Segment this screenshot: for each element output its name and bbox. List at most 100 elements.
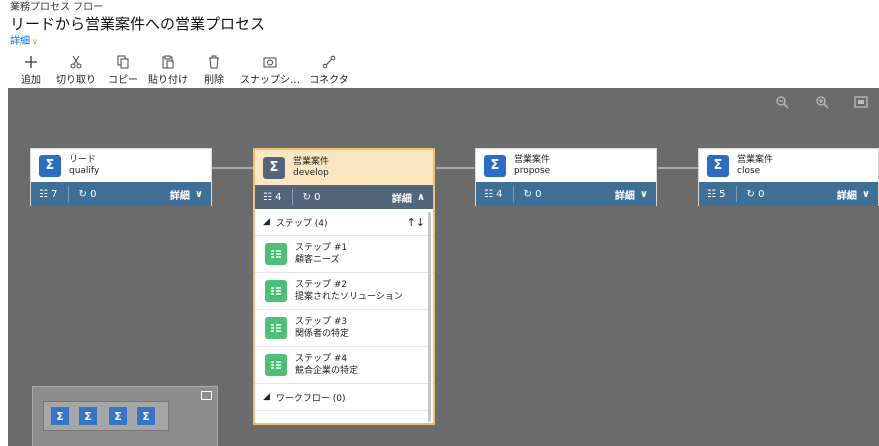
step-field-icon <box>265 243 287 265</box>
camera-icon[interactable] <box>263 54 277 70</box>
steps-list-icon: ☷ <box>707 188 716 200</box>
stage-names: 営業案件 close <box>737 155 773 177</box>
step-item[interactable]: ステップ #3 関係者の特定 <box>255 310 433 347</box>
stage-entity: リード <box>69 154 97 165</box>
stage-qualify[interactable]: Σ リード qualify ☷ 7 ↻ 0 詳細 ∨ <box>30 148 212 206</box>
designer-canvas[interactable]: Σ リード qualify ☷ 7 ↻ 0 詳細 ∨ Σ 営業案件 develop… <box>8 88 879 446</box>
workflow-cycle-icon: ↻ <box>523 188 532 200</box>
copy-icon[interactable] <box>116 54 130 70</box>
stage-header[interactable]: Σ リード qualify <box>31 149 211 182</box>
stage-header[interactable]: Σ 営業案件 develop <box>255 150 433 185</box>
page-title: リードから営業案件への営業プロセス <box>10 15 266 33</box>
details-label[interactable]: 詳細 <box>170 187 190 202</box>
chevron-down-icon[interactable]: ∨ <box>862 189 870 200</box>
step-field: 競合企業の特定 <box>295 366 359 376</box>
steps-count: 4 <box>496 188 503 200</box>
details-label[interactable]: 詳細 <box>10 36 30 47</box>
stage-connector <box>212 167 255 169</box>
steps-count: 4 <box>275 191 282 203</box>
stage-details-toggle[interactable]: 詳細 ∨ <box>837 187 870 202</box>
collapse-triangle-icon[interactable]: ◢ <box>263 217 270 227</box>
chevron-down-icon[interactable]: ∨ <box>195 189 203 200</box>
step-field: 提案されたソリューション <box>295 292 403 302</box>
stage-connector <box>436 167 476 169</box>
stage-names: 営業案件 develop <box>293 157 329 179</box>
workflow-count: 0 <box>535 188 542 200</box>
connector-label[interactable]: コネクタ <box>309 71 349 86</box>
details-label[interactable]: 詳細 <box>615 187 635 202</box>
page-subtitle: 業務プロセス フロー <box>10 2 104 13</box>
stage-entity: 営業案件 <box>514 154 551 165</box>
paste-icon[interactable] <box>161 54 175 70</box>
steps-list-icon: ☷ <box>263 191 272 203</box>
separator <box>512 186 514 202</box>
minimap[interactable]: Σ Σ Σ Σ <box>32 386 218 446</box>
scissors-icon[interactable] <box>69 54 83 70</box>
steps-count: 7 <box>51 188 58 200</box>
stage-details-toggle[interactable]: 詳細 ∧ <box>392 190 425 205</box>
workflow-cycle-icon: ↻ <box>78 188 87 200</box>
workflow-count: 0 <box>314 191 321 203</box>
snapshot-label[interactable]: スナップシ… <box>240 71 300 86</box>
steps-header-label: ステップ (4) <box>275 218 328 229</box>
details-label[interactable]: 詳細 <box>837 187 857 202</box>
workflow-cycle-icon: ↻ <box>302 191 311 203</box>
details-label[interactable]: 詳細 <box>392 190 412 205</box>
stage-names: リード qualify <box>69 155 99 177</box>
collapse-triangle-icon[interactable]: ◢ <box>263 392 270 402</box>
zoom-out-icon[interactable] <box>776 96 789 112</box>
step-title: ステップ #1 <box>295 243 348 253</box>
connector-button[interactable]: コネクタ <box>294 54 364 86</box>
stage-name: qualify <box>69 165 100 176</box>
workflow-header-label: ワークフロー (0) <box>275 393 346 404</box>
step-item[interactable]: ステップ #2 提案されたソリューション <box>255 273 433 310</box>
step-field: 顧客ニーズ <box>295 255 340 265</box>
steps-list-icon: ☷ <box>484 188 493 200</box>
chevron-up-icon[interactable]: ∧ <box>417 192 425 203</box>
minimap-stage-icon: Σ <box>79 407 97 425</box>
stage-develop[interactable]: Σ 営業案件 develop ☷ 4 ↻ 0 詳細 ∧ ◢ ステップ (4) ↑↓… <box>253 148 435 425</box>
step-field: 関係者の特定 <box>295 329 350 339</box>
scrollbar[interactable] <box>428 212 431 422</box>
stage-entity: 営業案件 <box>293 156 330 167</box>
step-title: ステップ #3 <box>295 317 348 327</box>
toolbar: 追加 切り取り コピー 貼り付け 削除 スナップシ… コネクタ <box>0 54 879 88</box>
stage-close[interactable]: Σ 営業案件 close ☷ 5 ↻ 0 詳細 ∨ <box>698 148 879 206</box>
separator <box>67 186 69 202</box>
trash-icon[interactable] <box>207 54 221 70</box>
plus-icon[interactable] <box>24 54 38 70</box>
chevron-down-icon[interactable]: ∨ <box>32 37 38 46</box>
stage-header[interactable]: Σ 営業案件 propose <box>476 149 656 182</box>
stage-header[interactable]: Σ 営業案件 close <box>699 149 878 182</box>
step-item[interactable]: ステップ #4 競合企業の特定 <box>255 347 433 384</box>
stage-propose[interactable]: Σ 営業案件 propose ☷ 4 ↻ 0 詳細 ∨ <box>475 148 657 206</box>
step-item[interactable]: ステップ #1 顧客ニーズ <box>255 236 433 273</box>
sigma-icon: Σ <box>39 154 61 177</box>
stage-entity: 営業案件 <box>737 154 774 165</box>
details-toggle[interactable]: 詳細 ∨ <box>10 36 265 48</box>
sigma-icon: Σ <box>707 154 729 177</box>
fit-view-icon[interactable] <box>854 96 868 111</box>
step-field-icon <box>265 354 287 376</box>
sort-icon[interactable]: ↑↓ <box>407 216 425 229</box>
step-field-icon <box>265 280 287 302</box>
minimap-stage-icon: Σ <box>137 407 155 425</box>
chevron-down-icon[interactable]: ∨ <box>640 189 648 200</box>
minimap-toggle-icon[interactable] <box>201 391 212 400</box>
stage-names: 営業案件 propose <box>514 155 550 177</box>
step-title: ステップ #2 <box>295 280 348 290</box>
stage-details-toggle[interactable]: 詳細 ∨ <box>170 187 203 202</box>
stage-name: propose <box>514 165 551 176</box>
stage-summary-bar: ☷ 4 ↻ 0 詳細 ∨ <box>476 182 656 206</box>
connector-icon[interactable] <box>322 54 336 70</box>
workflow-section-header[interactable]: ◢ ワークフロー (0) <box>255 384 433 411</box>
stage-details-toggle[interactable]: 詳細 ∨ <box>615 187 648 202</box>
stage-name: develop <box>293 167 329 178</box>
zoom-in-icon[interactable] <box>816 96 829 112</box>
steps-section-header[interactable]: ◢ ステップ (4) ↑↓ <box>255 209 433 236</box>
workflow-cycle-icon: ↻ <box>746 188 755 200</box>
add-label[interactable]: 追加 <box>21 71 41 86</box>
delete-label[interactable]: 削除 <box>204 71 224 86</box>
separator <box>291 189 293 205</box>
minimap-stage-icon: Σ <box>51 407 69 425</box>
